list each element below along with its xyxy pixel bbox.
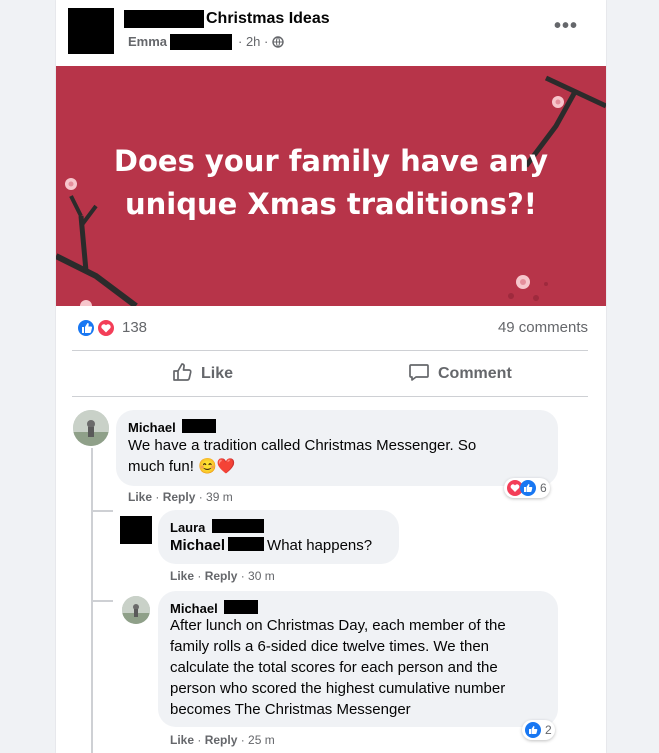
post-time[interactable]: · 2h · bbox=[238, 34, 284, 51]
comment-text-line: becomes The Christmas Messenger bbox=[170, 701, 411, 718]
like-label[interactable]: Like bbox=[201, 365, 233, 383]
comment-reactions-badge[interactable]: 6 bbox=[504, 478, 550, 498]
like-icon bbox=[525, 722, 541, 738]
thread-connector bbox=[91, 600, 113, 602]
comment-text-body: What happens? bbox=[267, 537, 373, 554]
comment-actions: Like · Reply · 30 m bbox=[170, 569, 275, 583]
comment-text-line: family rolls a 6-sided dice twelve times… bbox=[170, 638, 490, 655]
comment-like-link[interactable]: Like bbox=[170, 569, 194, 583]
comment-author[interactable]: Michael bbox=[128, 420, 176, 435]
author-name[interactable]: Emma bbox=[128, 34, 167, 49]
comment-time[interactable]: · 25 m bbox=[241, 733, 275, 747]
comment-reply-link[interactable]: Reply bbox=[163, 490, 196, 504]
group-name[interactable]: Christmas Ideas bbox=[206, 10, 330, 28]
reaction-count[interactable]: 138 bbox=[122, 319, 147, 336]
thread-connector bbox=[91, 510, 113, 512]
comments-count[interactable]: 49 comments bbox=[498, 319, 588, 336]
redacted-block bbox=[224, 600, 258, 614]
comment-author[interactable]: Laura bbox=[170, 520, 205, 535]
comment-reaction-count: 2 bbox=[545, 723, 552, 737]
comment-text-line: much fun! 😊❤️ bbox=[128, 458, 236, 475]
comment-bubble: Michael We have a tradition called Chris… bbox=[116, 410, 558, 486]
comment-label[interactable]: Comment bbox=[438, 365, 512, 383]
post-time-label[interactable]: · 2h · bbox=[238, 34, 268, 49]
redacted-block bbox=[212, 519, 264, 533]
redacted-block bbox=[170, 34, 232, 50]
banner-line: unique Xmas traditions?! bbox=[124, 187, 538, 221]
comment-text-line: person who scored the highest cumulative… bbox=[170, 680, 506, 697]
comment-bubble: Laura Michael What happens? bbox=[158, 510, 399, 564]
banner-line: Does your family have any bbox=[113, 144, 549, 178]
thumbs-up-icon bbox=[171, 361, 193, 388]
more-dots-icon[interactable]: ••• bbox=[554, 16, 578, 36]
redacted-block bbox=[228, 537, 265, 551]
comment-author[interactable]: Michael bbox=[170, 601, 218, 616]
comment-time[interactable]: · 39 m bbox=[199, 490, 233, 504]
comment-like-link[interactable]: Like bbox=[170, 733, 194, 747]
comment-reactions-badge[interactable]: 2 bbox=[522, 720, 555, 740]
comment-button[interactable]: Comment bbox=[408, 356, 512, 392]
globe-icon bbox=[272, 36, 284, 51]
comment-time[interactable]: · 30 m bbox=[241, 569, 275, 583]
post-banner-image: Does your family have any unique Xmas tr… bbox=[56, 66, 606, 306]
reactions-summary: 138 49 comments bbox=[56, 306, 606, 350]
comment-text-line: We have a tradition called Christmas Mes… bbox=[128, 437, 477, 454]
avatar-redacted[interactable] bbox=[120, 516, 152, 544]
avatar[interactable] bbox=[73, 410, 109, 446]
mention-tag[interactable]: Michael bbox=[170, 537, 225, 554]
divider bbox=[72, 396, 588, 397]
comment-like-link[interactable]: Like bbox=[128, 490, 152, 504]
banner-headline: Does your family have any unique Xmas tr… bbox=[56, 140, 606, 226]
comment-reply-link[interactable]: Reply bbox=[205, 733, 238, 747]
divider bbox=[72, 350, 588, 351]
comment-actions: Like · Reply · 39 m bbox=[128, 490, 233, 504]
comment-text: We have a tradition called Christmas Mes… bbox=[128, 435, 553, 477]
post-card: Christmas Ideas Emma · 2h · ••• Does you… bbox=[56, 0, 606, 753]
redacted-block bbox=[182, 419, 216, 433]
comment-text: Michael What happens? bbox=[170, 535, 372, 556]
comment-reply-link[interactable]: Reply bbox=[205, 569, 238, 583]
comment-text-line: calculate the total scores for each pers… bbox=[170, 659, 498, 676]
comment-icon bbox=[408, 361, 430, 388]
comment-actions: Like · Reply · 25 m bbox=[170, 733, 275, 747]
post-header: Christmas Ideas Emma · 2h · ••• bbox=[56, 0, 606, 66]
comment-text-line: After lunch on Christmas Day, each membe… bbox=[170, 617, 506, 634]
comment-text: After lunch on Christmas Day, each membe… bbox=[170, 615, 555, 720]
comment-reaction-count: 6 bbox=[540, 481, 547, 495]
group-avatar-redacted[interactable] bbox=[68, 8, 114, 54]
like-icon bbox=[520, 480, 536, 496]
comment-bubble: Michael After lunch on Christmas Day, ea… bbox=[158, 591, 558, 727]
like-button[interactable]: Like bbox=[171, 356, 233, 392]
reaction-icons[interactable] bbox=[76, 318, 116, 338]
avatar[interactable] bbox=[122, 596, 150, 624]
redacted-block bbox=[124, 10, 204, 28]
